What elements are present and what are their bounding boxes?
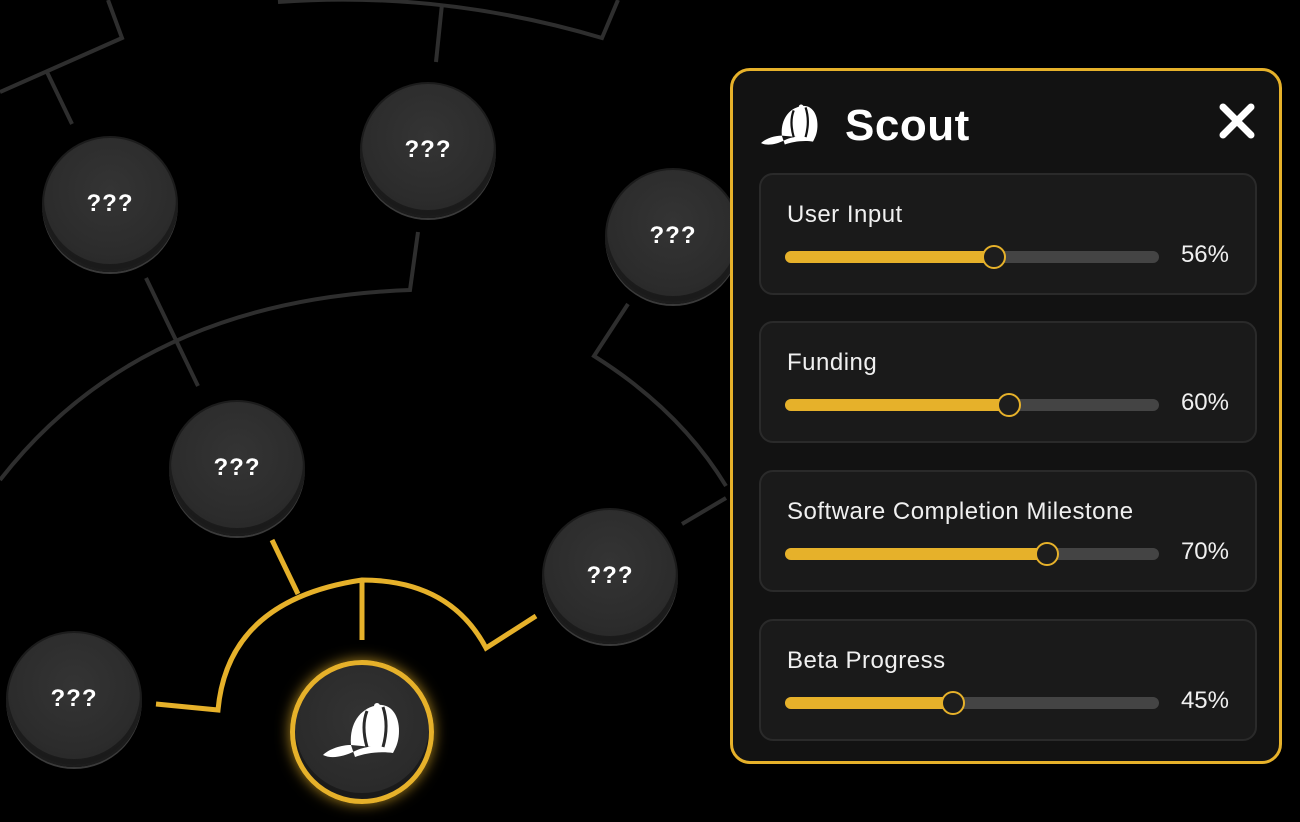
stat-card-user-input: User Input 56% [759,173,1257,295]
stat-slider-track[interactable] [785,542,1159,566]
panel-title: Scout [845,101,970,150]
stat-slider-fill [785,399,1010,411]
node-label: ??? [213,454,261,481]
stat-percent: 56% [1180,241,1229,268]
baseball-cap-icon [761,104,818,145]
stat-percent: 45% [1180,687,1229,714]
node-details-panel: Scout User Input 56% Funding 60% Softwar… [730,68,1282,764]
stat-slider-track[interactable] [785,245,1159,269]
tree-node-locked[interactable]: ??? [605,168,741,304]
node-label: ??? [586,562,634,589]
stat-label: User Input [787,201,903,228]
stat-card-beta-progress: Beta Progress 45% [759,619,1257,741]
connector-line [591,302,728,488]
stat-slider-fill [785,548,1047,560]
tree-node-scout-selected[interactable] [290,660,434,804]
connector-line-active [269,538,301,596]
node-label: ??? [86,190,134,217]
stat-slider-thumb[interactable] [997,393,1022,417]
stat-slider-fill [785,697,954,709]
tree-node-locked[interactable]: ??? [42,136,178,272]
node-label: ??? [649,222,697,249]
tree-node-locked[interactable]: ??? [6,631,142,767]
stat-percent: 60% [1180,389,1229,416]
stat-slider-fill [785,251,995,263]
tree-node-locked[interactable]: ??? [169,400,305,536]
connector-line [434,3,444,63]
connector-line [680,496,728,526]
panel-header: Scout [759,97,1259,155]
close-icon [1219,103,1255,139]
connector-line [0,0,125,94]
stat-label: Software Completion Milestone [787,498,1134,525]
stat-slider-track[interactable] [785,691,1159,715]
connector-line [277,0,620,41]
stat-slider-thumb[interactable] [941,691,966,715]
connector-line [44,69,74,125]
stat-slider-thumb[interactable] [982,245,1007,269]
stat-slider-thumb[interactable] [1034,542,1059,566]
connector-line [144,277,200,387]
stat-percent: 70% [1180,538,1229,565]
stat-label: Beta Progress [787,647,946,674]
stat-card-software-completion-milestone: Software Completion Milestone 70% [759,470,1257,592]
close-button[interactable] [1217,101,1257,141]
node-label: ??? [50,685,98,712]
tree-node-locked[interactable]: ??? [542,508,678,644]
stat-label: Funding [787,349,878,376]
node-label: ??? [404,136,452,163]
tree-node-locked[interactable]: ??? [360,82,496,218]
stat-card-funding: Funding 60% [759,321,1257,443]
baseball-cap-icon [323,703,399,758]
stat-slider-track[interactable] [785,393,1159,417]
